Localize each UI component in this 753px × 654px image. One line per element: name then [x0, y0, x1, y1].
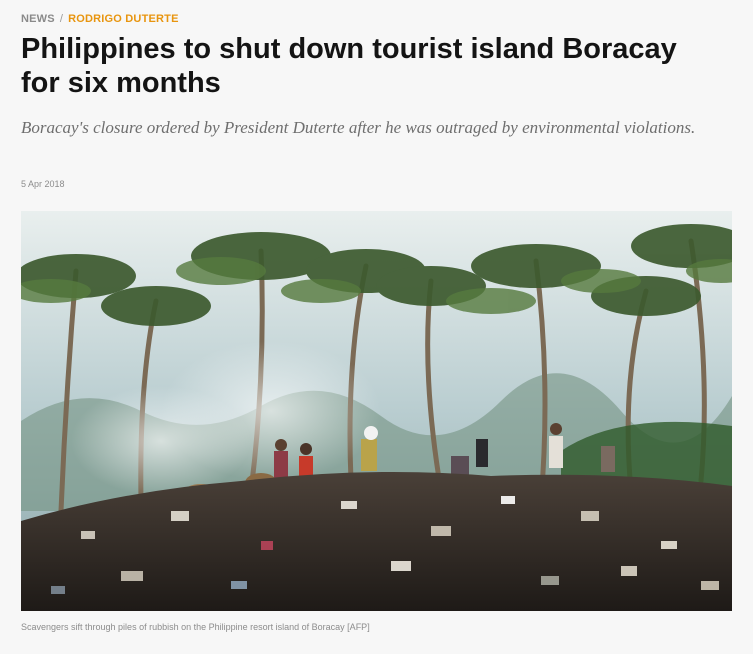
article-standfirst: Boracay's closure ordered by President D… — [21, 118, 696, 137]
article-hero-image — [21, 211, 732, 611]
image-caption: Scavengers sift through piles of rubbish… — [21, 622, 370, 632]
article-date: 5 Apr 2018 — [21, 179, 65, 189]
breadcrumb-separator: / — [59, 13, 64, 25]
breadcrumb-section-link[interactable]: NEWS — [21, 13, 55, 25]
breadcrumb-topic-link[interactable]: RODRIGO DUTERTE — [68, 13, 179, 25]
breadcrumb: NEWS / RODRIGO DUTERTE — [21, 13, 179, 25]
hero-photo-illustration — [21, 211, 732, 611]
article-headline: Philippines to shut down tourist island … — [21, 33, 677, 99]
